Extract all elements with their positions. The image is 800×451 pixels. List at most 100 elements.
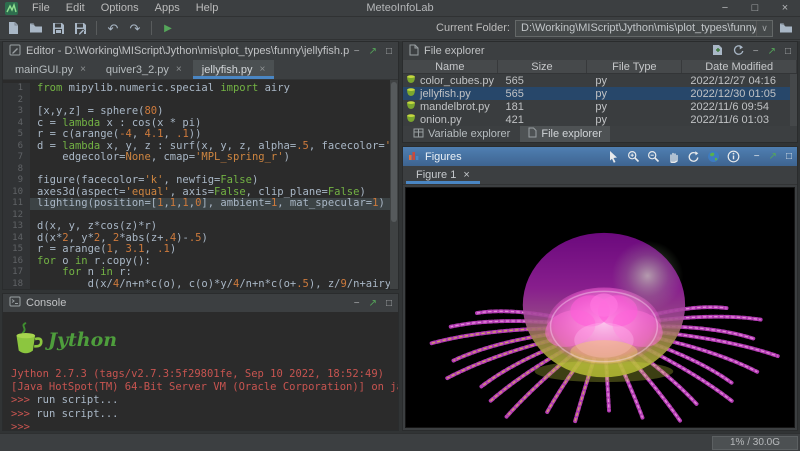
file-row-mandelbrot.py[interactable]: mandelbrot.py181py2022/11/6 09:54 bbox=[403, 100, 797, 113]
file-table-scrollbar[interactable] bbox=[790, 74, 797, 126]
new-file-icon[interactable] bbox=[6, 20, 22, 36]
chevron-down-icon[interactable]: ∨ bbox=[756, 21, 772, 36]
memory-indicator[interactable]: 1% / 30.0G bbox=[712, 436, 798, 450]
editor-scrollbar[interactable] bbox=[390, 80, 398, 289]
file-row-jellyfish.py[interactable]: jellyfish.py565py2022/12/30 01:05 bbox=[403, 87, 797, 100]
file-type-cell: py bbox=[587, 113, 682, 126]
save-icon[interactable] bbox=[50, 20, 66, 36]
browse-folder-icon[interactable] bbox=[778, 20, 794, 36]
console-header: Console − ↗ □ bbox=[3, 294, 398, 312]
file-table-header: NameSizeFile TypeDate Modified bbox=[403, 60, 797, 74]
menu-item-help[interactable]: Help bbox=[188, 1, 227, 15]
console-output[interactable]: Jython Jython 2.7.3 (tags/v2.7.3:5f29801… bbox=[3, 312, 398, 430]
float-icon[interactable]: ↗ bbox=[769, 151, 777, 162]
figure-1-tab[interactable]: Figure 1 × bbox=[406, 166, 480, 184]
file-name-cell: color_cubes.py bbox=[403, 74, 498, 87]
zoom-in-icon[interactable] bbox=[627, 150, 640, 163]
maximize-icon[interactable]: □ bbox=[386, 298, 392, 309]
tab-variable-explorer[interactable]: Variable explorer bbox=[405, 126, 518, 142]
menu-item-file[interactable]: File bbox=[24, 1, 58, 15]
cursor-icon[interactable] bbox=[607, 150, 620, 163]
file-modified-cell: 2022/12/27 04:16 bbox=[682, 74, 797, 87]
console-title: Console bbox=[26, 297, 66, 309]
current-folder-value[interactable]: D:\Working\MIScript\Jython\mis\plot_type… bbox=[516, 22, 756, 34]
file-type-cell: py bbox=[587, 74, 682, 87]
console-icon bbox=[9, 296, 21, 310]
maximize-icon[interactable]: □ bbox=[740, 2, 770, 14]
column-header-size[interactable]: Size bbox=[498, 60, 588, 73]
identify-info-icon[interactable] bbox=[727, 150, 740, 163]
main-toolbar: ↶ ↷ ▶ Current Folder: D:\Working\MIScrip… bbox=[0, 17, 800, 40]
code-line: 1from mipylib.numeric.special import air… bbox=[3, 83, 398, 95]
minimize-icon[interactable]: − bbox=[354, 46, 360, 57]
tab-close-icon[interactable]: × bbox=[463, 169, 469, 181]
page-icon bbox=[528, 127, 537, 141]
maximize-icon[interactable]: □ bbox=[386, 46, 392, 57]
menu-item-edit[interactable]: Edit bbox=[58, 1, 93, 15]
tab-close-icon[interactable]: × bbox=[80, 64, 86, 75]
menu-item-apps[interactable]: Apps bbox=[147, 1, 188, 15]
file-type-cell: py bbox=[587, 100, 682, 113]
run-script-icon[interactable]: ▶ bbox=[160, 20, 176, 36]
line-number: 2 bbox=[3, 95, 30, 107]
file-row-onion.py[interactable]: onion.py421py2022/11/6 01:03 bbox=[403, 113, 797, 126]
pan-hand-icon[interactable] bbox=[667, 150, 680, 163]
line-number: 7 bbox=[3, 152, 30, 164]
figures-panel: Figures − ↗ □ bbox=[402, 146, 798, 431]
refresh-icon[interactable] bbox=[732, 44, 744, 59]
save-as-icon[interactable] bbox=[72, 20, 88, 36]
float-icon[interactable]: ↗ bbox=[369, 298, 377, 309]
editor-tab-quiver3_2.py[interactable]: quiver3_2.py× bbox=[97, 60, 191, 79]
column-header-date-modified[interactable]: Date Modified bbox=[682, 60, 797, 73]
tab-file-explorer[interactable]: File explorer bbox=[520, 126, 610, 142]
minimize-icon[interactable]: − bbox=[754, 151, 760, 162]
minimize-icon[interactable]: − bbox=[710, 2, 740, 14]
column-header-name[interactable]: Name bbox=[403, 60, 498, 73]
main-area: Editor - D:\Working\MIScript\Jython\mis\… bbox=[0, 41, 800, 433]
file-row-color_cubes.py[interactable]: color_cubes.py565py2022/12/27 04:16 bbox=[403, 74, 797, 87]
file-modified-cell: 2022/12/30 01:05 bbox=[682, 87, 797, 100]
editor-icon bbox=[9, 44, 21, 59]
editor-panel: Editor - D:\Working\MIScript\Jython\mis\… bbox=[2, 41, 399, 290]
float-icon[interactable]: ↗ bbox=[768, 46, 776, 57]
tab-close-icon[interactable]: × bbox=[260, 64, 266, 75]
line-number: 18 bbox=[3, 279, 30, 290]
column-header-file-type[interactable]: File Type bbox=[587, 60, 682, 73]
rotate-icon[interactable] bbox=[687, 150, 700, 163]
redo-icon[interactable]: ↷ bbox=[127, 20, 143, 36]
current-folder-combobox[interactable]: D:\Working\MIScript\Jython\mis\plot_type… bbox=[515, 20, 773, 37]
close-icon[interactable]: × bbox=[770, 2, 800, 14]
line-number: 1 bbox=[3, 83, 30, 95]
new-document-icon[interactable] bbox=[712, 44, 723, 59]
line-number: 17 bbox=[3, 267, 30, 279]
figures-header: Figures − ↗ □ bbox=[403, 147, 797, 166]
globe-icon[interactable] bbox=[707, 150, 720, 163]
line-number: 4 bbox=[3, 118, 30, 130]
code-area[interactable]: 1from mipylib.numeric.special import air… bbox=[3, 80, 398, 289]
menu-item-options[interactable]: Options bbox=[93, 1, 147, 15]
line-number: 12 bbox=[3, 210, 30, 222]
python-file-icon bbox=[406, 113, 416, 126]
figures-toolbar bbox=[607, 150, 740, 163]
undo-icon[interactable]: ↶ bbox=[105, 20, 121, 36]
jython-logo-text: Jython bbox=[48, 329, 117, 351]
minimize-icon[interactable]: − bbox=[753, 46, 759, 57]
figure-canvas[interactable] bbox=[405, 187, 795, 428]
zoom-out-icon[interactable] bbox=[647, 150, 660, 163]
figures-chart-icon bbox=[408, 150, 420, 164]
file-size-cell: 565 bbox=[498, 87, 588, 100]
console-line: >>> run script... bbox=[11, 394, 390, 407]
file-explorer-panel-controls: − ↗ □ bbox=[712, 44, 791, 59]
python-file-icon bbox=[406, 87, 416, 100]
maximize-icon[interactable]: □ bbox=[786, 151, 792, 162]
open-folder-icon[interactable] bbox=[28, 20, 44, 36]
editor-scrollbar-thumb[interactable] bbox=[391, 82, 397, 222]
explorer-tab-bar: Variable explorerFile explorer bbox=[403, 126, 797, 142]
float-icon[interactable]: ↗ bbox=[369, 46, 377, 57]
editor-tab-mainGUI.py[interactable]: mainGUI.py× bbox=[6, 60, 95, 79]
editor-tab-jellyfish.py[interactable]: jellyfish.py× bbox=[193, 60, 275, 79]
minimize-icon[interactable]: − bbox=[354, 298, 360, 309]
maximize-icon[interactable]: □ bbox=[785, 46, 791, 57]
file-size-cell: 181 bbox=[498, 100, 588, 113]
tab-close-icon[interactable]: × bbox=[176, 64, 182, 75]
